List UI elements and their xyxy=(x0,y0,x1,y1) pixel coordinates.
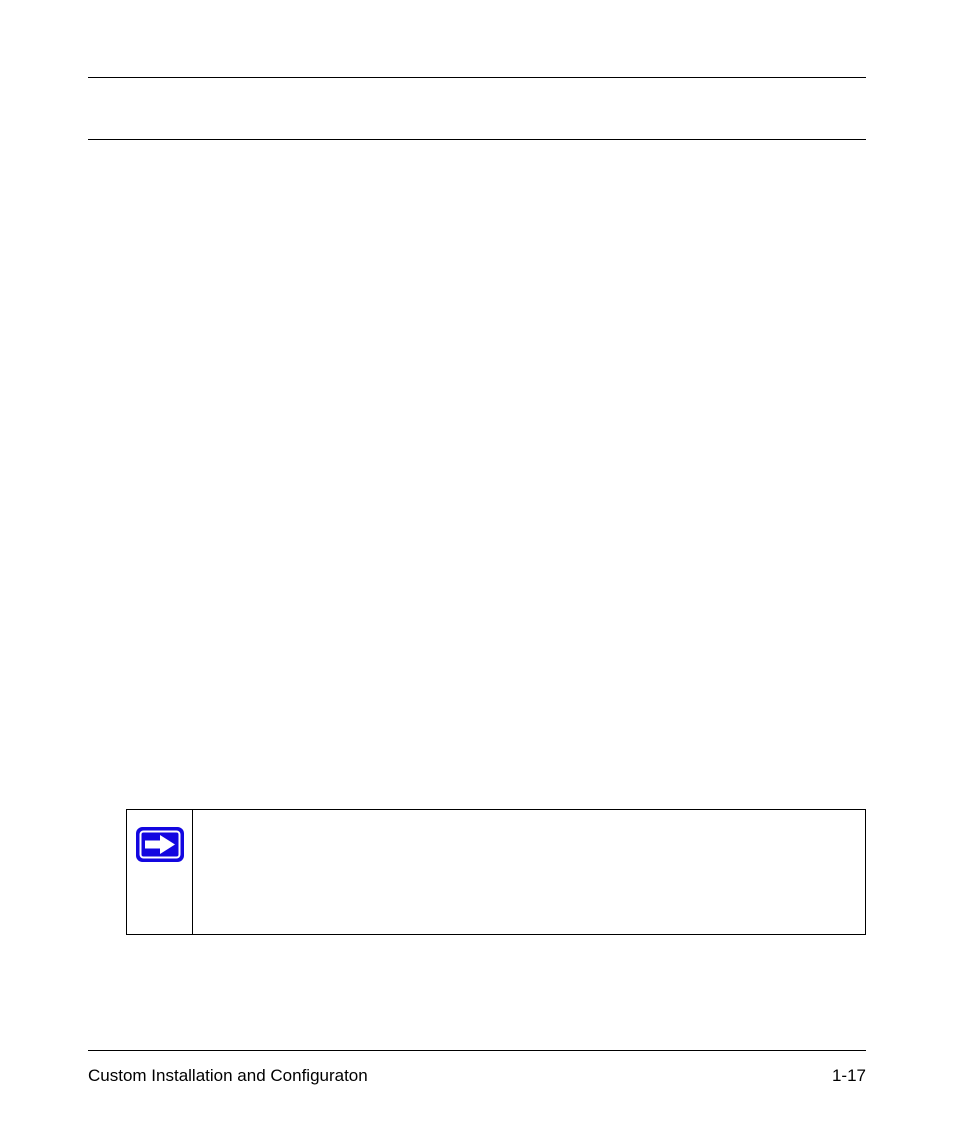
footer-page-number: 1-17 xyxy=(832,1066,866,1086)
document-page: Custom Installation and Configuraton 1-1… xyxy=(0,0,954,1145)
header-rule-top xyxy=(88,77,866,78)
page-footer: Custom Installation and Configuraton 1-1… xyxy=(88,1066,866,1086)
note-box-divider xyxy=(192,810,193,934)
note-box xyxy=(126,809,866,935)
footer-rule xyxy=(88,1050,866,1051)
arrow-right-icon xyxy=(136,827,184,862)
footer-section-title: Custom Installation and Configuraton xyxy=(88,1066,368,1086)
header-rule-bottom xyxy=(88,139,866,140)
